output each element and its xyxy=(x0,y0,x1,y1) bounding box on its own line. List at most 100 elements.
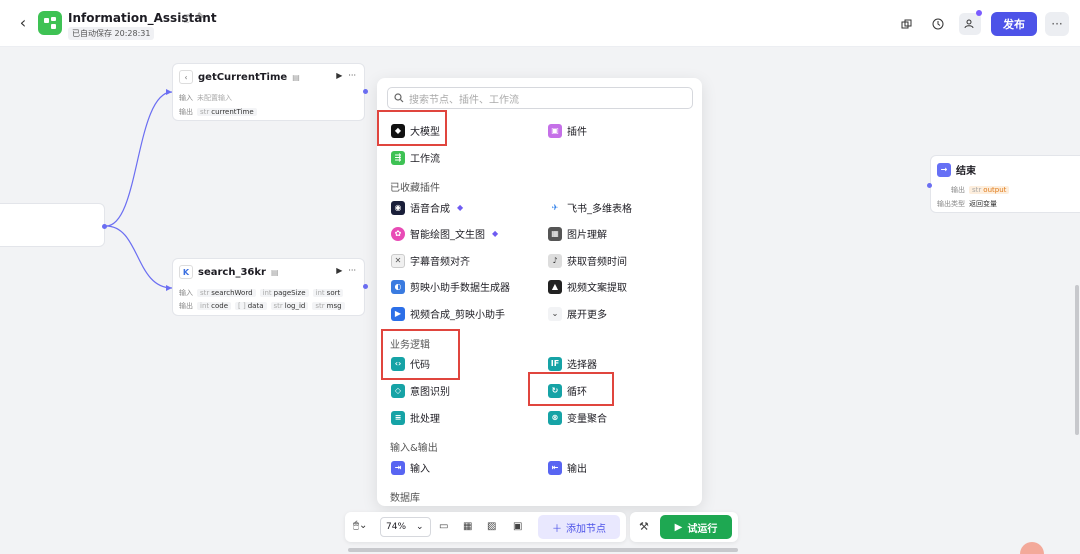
video-merge-icon: ▶ xyxy=(391,306,405,321)
input-value: 未配置输入 xyxy=(197,94,232,102)
add-node-panel: 搜索节点、插件、工作流 ◆ 大模型 ▣ 插件 ⇶ 工作流 已收藏插件 ◉ 语音合… xyxy=(377,78,702,506)
add-node-label: 添加节点 xyxy=(566,523,606,535)
back-icon[interactable]: ‹ xyxy=(14,14,32,32)
start-output-port[interactable] xyxy=(102,224,107,229)
fav-image[interactable]: ▦ 图片理解 xyxy=(548,226,607,241)
zoom-value: 74% xyxy=(386,522,407,532)
node-end[interactable]: → 结束 输出 str output 输出类型 返回变量 xyxy=(930,155,1080,213)
edit-icon[interactable]: ✎ xyxy=(197,12,205,25)
node-title: getCurrentTime xyxy=(198,71,288,83)
collaborators-icon[interactable] xyxy=(959,13,981,35)
plugin-node-icon: ‹ xyxy=(179,70,193,84)
test-run-button[interactable]: ▶ 试运行 xyxy=(660,515,732,539)
node-doc-icon: ▤ xyxy=(292,72,300,82)
end-icon: → xyxy=(937,162,951,177)
item-workflow[interactable]: ⇶ 工作流 xyxy=(391,150,440,165)
minimap-icon[interactable]: ▣ xyxy=(513,521,522,532)
fav-tts[interactable]: ◉ 语音合成 ◆ xyxy=(391,200,463,215)
item-label: 选择器 xyxy=(567,360,597,371)
expand-more[interactable]: ⌄ 展开更多 xyxy=(548,306,607,321)
vertical-scrollbar[interactable] xyxy=(1075,285,1079,435)
item-label: 意图识别 xyxy=(410,387,450,398)
highlight-llm xyxy=(377,110,447,146)
item-label: 插件 xyxy=(567,127,587,138)
node-title: 结束 xyxy=(956,166,976,177)
logic-batch[interactable]: ≡ 批处理 xyxy=(391,410,440,425)
get-time-output-port[interactable] xyxy=(363,89,368,94)
video-copy-icon: ▲ xyxy=(548,279,562,294)
item-label: 剪映小助手数据生成器 xyxy=(410,283,510,294)
workflow-icon: ⇶ xyxy=(391,150,405,165)
info-icon[interactable]: ⓘ xyxy=(182,12,191,25)
run-node-icon[interactable]: ▶ xyxy=(336,266,342,275)
output-label: 输出 xyxy=(179,302,193,310)
run-node-icon[interactable]: ▶ xyxy=(336,71,342,80)
fav-draw[interactable]: ✿ 智能绘图_文生图 ◆ xyxy=(391,226,498,241)
history-icon[interactable] xyxy=(927,13,949,35)
tts-icon: ◉ xyxy=(391,200,405,215)
input-node-icon: ⇥ xyxy=(391,460,405,475)
zoom-select[interactable]: 74% ⌄ xyxy=(380,517,431,537)
image-icon[interactable]: ▨ xyxy=(487,521,496,532)
autosave-status: 已自动保存 20:28:31 xyxy=(68,27,155,40)
search-output-port[interactable] xyxy=(363,284,368,289)
logic-intent[interactable]: ◇ 意图识别 xyxy=(391,383,450,398)
logic-selector[interactable]: IF 选择器 xyxy=(548,356,597,371)
layout-icon[interactable]: ▦ xyxy=(463,521,472,532)
top-bar: ‹ Information_Assistant ⓘ ✎ 已自动保存 20:28:… xyxy=(0,0,1080,47)
copy-icon[interactable] xyxy=(895,13,917,35)
param-tag: str msg xyxy=(312,302,345,310)
run-toolbar: ⚒ ▶ 试运行 xyxy=(630,512,738,542)
add-node-button[interactable]: ＋ 添加节点 xyxy=(538,515,620,539)
fav-video-copy[interactable]: ▲ 视频文案提取 xyxy=(548,279,627,294)
plus-icon: ＋ xyxy=(552,523,562,535)
publish-button[interactable]: 发布 xyxy=(991,12,1037,36)
chevron-down-icon: ⌄ xyxy=(416,522,424,532)
item-label: 工作流 xyxy=(410,154,440,165)
var-merge-icon: ⊗ xyxy=(548,410,562,425)
premium-icon: ◆ xyxy=(492,229,499,238)
feishu-icon: ✈ xyxy=(548,200,562,215)
end-input-port[interactable] xyxy=(927,183,932,188)
fav-video-merge[interactable]: ▶ 视频合成_剪映小助手 xyxy=(391,306,505,321)
audio-time-icon: ♪ xyxy=(548,253,562,268)
fav-feishu[interactable]: ✈ 飞书_多维表格 xyxy=(548,200,632,215)
node-more-icon[interactable]: ··· xyxy=(348,266,356,275)
fav-audio-time[interactable]: ♪ 获取音频时间 xyxy=(548,253,627,268)
item-label: 输入 xyxy=(410,464,430,475)
fav-subtitle[interactable]: ✕ 字幕音频对齐 xyxy=(391,253,470,268)
fav-jianying-data[interactable]: ◐ 剪映小助手数据生成器 xyxy=(391,279,510,294)
search-input[interactable]: 搜索节点、插件、工作流 xyxy=(387,87,693,109)
io-output[interactable]: ⇤ 输出 xyxy=(548,460,587,475)
input-label: 输入 xyxy=(179,289,193,297)
output-tag: str currentTime xyxy=(197,108,257,116)
selector-icon: IF xyxy=(548,356,562,371)
item-label: 输出 xyxy=(567,464,587,475)
item-label: 变量聚合 xyxy=(567,414,607,425)
item-label: 展开更多 xyxy=(567,310,607,321)
item-plugin[interactable]: ▣ 插件 xyxy=(548,123,587,138)
input-label: 输入 xyxy=(179,94,193,102)
favorites-title: 已收藏插件 xyxy=(390,183,440,194)
36kr-icon: K xyxy=(179,265,193,279)
horizontal-scrollbar[interactable] xyxy=(348,548,738,552)
node-get-current-time[interactable]: ‹ getCurrentTime ▤ ▶ ··· 输入 未配置输入 输出 str c… xyxy=(172,63,365,121)
param-tag: [ ] data xyxy=(235,302,267,310)
param-tag: int code xyxy=(197,302,232,310)
item-label: 批处理 xyxy=(410,414,440,425)
node-search-36kr[interactable]: K search_36kr ▤ ▶ ··· 输入 str searchWord int… xyxy=(172,258,365,316)
param-tag: int pageSize xyxy=(259,289,309,297)
logic-var-merge[interactable]: ⊗ 变量聚合 xyxy=(548,410,607,425)
item-label: 语音合成 xyxy=(410,204,450,215)
node-more-icon[interactable]: ··· xyxy=(348,71,356,80)
more-icon[interactable]: ··· xyxy=(1045,12,1069,36)
mouse-mode-icon[interactable]: 🖱⌄ xyxy=(353,520,367,531)
comment-icon[interactable]: ▭ xyxy=(439,521,448,532)
start-node[interactable] xyxy=(0,203,105,247)
debug-icon[interactable]: ⚒ xyxy=(639,520,649,533)
io-input[interactable]: ⇥ 输入 xyxy=(391,460,430,475)
play-icon: ▶ xyxy=(674,521,683,533)
bottom-toolbar: 🖱⌄ 74% ⌄ ▭ ▦ ▨ ▣ ＋ 添加节点 xyxy=(345,512,626,542)
item-label: 智能绘图_文生图 xyxy=(410,230,485,241)
output-kind-value: 返回变量 xyxy=(969,200,997,208)
